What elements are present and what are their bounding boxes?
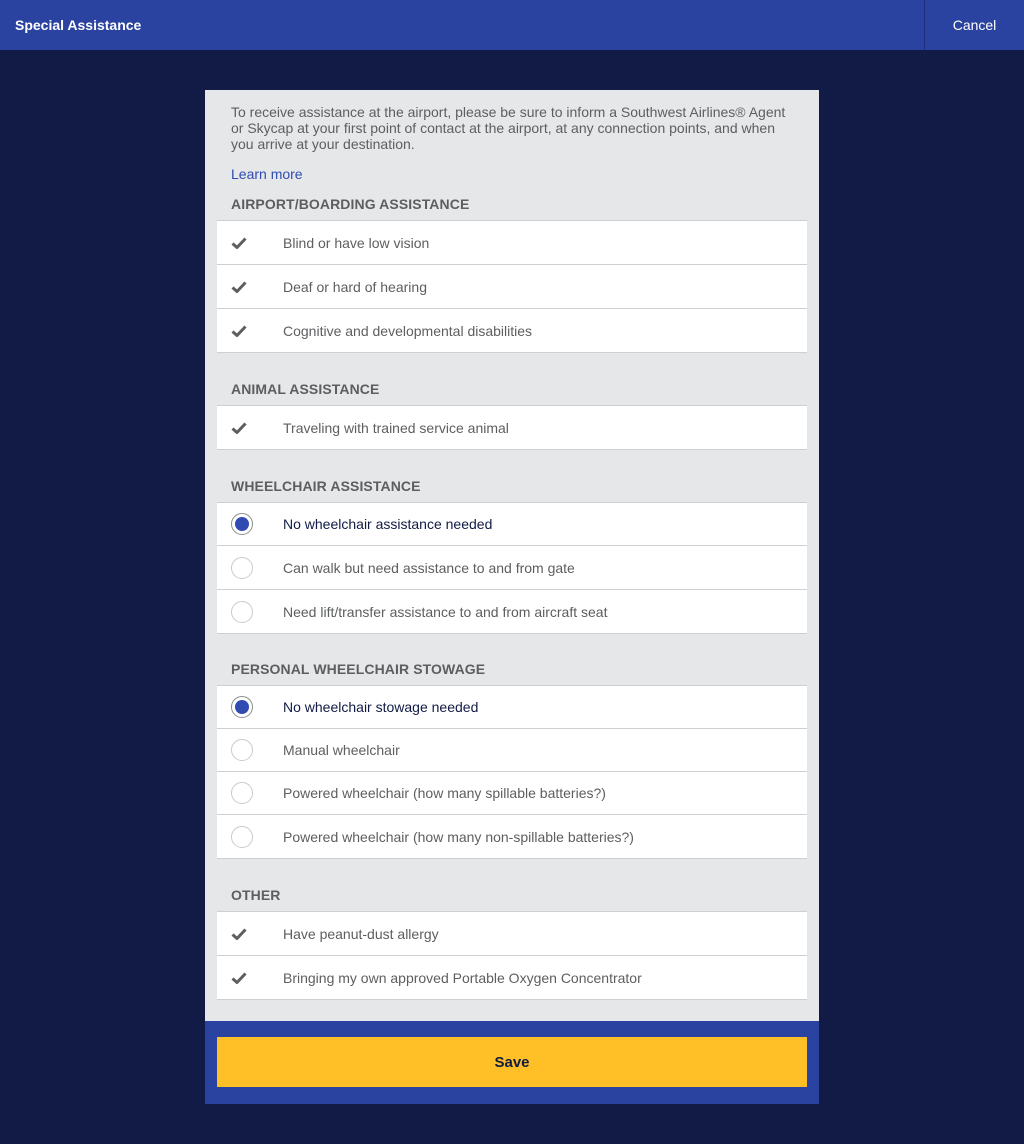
option-label: Traveling with trained service animal: [283, 419, 509, 436]
radio-control: [217, 729, 283, 771]
option-blind-low-vision[interactable]: Blind or have low vision: [217, 221, 807, 265]
radio-powered-non-spillable[interactable]: Powered wheelchair (how many non-spillab…: [217, 815, 807, 859]
footer-bar: Save: [205, 1021, 819, 1104]
radio-selected-icon[interactable]: [231, 696, 253, 718]
radio-no-stowage[interactable]: No wheelchair stowage needed: [217, 686, 807, 729]
radio-control: [217, 772, 283, 814]
option-deaf-hard-of-hearing[interactable]: Deaf or hard of hearing: [217, 265, 807, 309]
option-label: Need lift/transfer assistance to and fro…: [283, 603, 608, 620]
radio-powered-spillable[interactable]: Powered wheelchair (how many spillable b…: [217, 772, 807, 815]
save-button[interactable]: Save: [217, 1037, 807, 1087]
check-icon: [217, 956, 283, 999]
wheelchair-stowage-list: No wheelchair stowage needed Manual whee…: [217, 685, 807, 859]
option-label: Bringing my own approved Portable Oxygen…: [283, 969, 642, 986]
option-label: Powered wheelchair (how many non-spillab…: [283, 828, 634, 845]
option-label: No wheelchair assistance needed: [283, 516, 493, 532]
animal-assistance-list: Traveling with trained service animal: [217, 405, 807, 450]
option-peanut-allergy[interactable]: Have peanut-dust allergy: [217, 912, 807, 956]
section-title-stowage: PERSONAL WHEELCHAIR STOWAGE: [231, 661, 486, 677]
check-icon: [217, 912, 283, 955]
option-label: Deaf or hard of hearing: [283, 278, 427, 295]
radio-control: [217, 503, 283, 545]
radio-empty-icon[interactable]: [231, 782, 253, 804]
option-label: Have peanut-dust allergy: [283, 925, 439, 942]
radio-lift-transfer-assistance[interactable]: Need lift/transfer assistance to and fro…: [217, 590, 807, 634]
option-cognitive-developmental[interactable]: Cognitive and developmental disabilities: [217, 309, 807, 353]
radio-walk-need-gate-assistance[interactable]: Can walk but need assistance to and from…: [217, 546, 807, 590]
intro-text: To receive assistance at the airport, pl…: [231, 104, 786, 152]
option-label: Cognitive and developmental disabilities: [283, 322, 533, 339]
section-title-animal: ANIMAL ASSISTANCE: [231, 381, 380, 397]
check-icon: [217, 406, 283, 449]
cancel-button[interactable]: Cancel: [924, 0, 1024, 50]
other-assistance-list: Have peanut-dust allergy Bringing my own…: [217, 911, 807, 1000]
radio-selected-icon[interactable]: [231, 513, 253, 535]
radio-empty-icon[interactable]: [231, 739, 253, 761]
section-title-other: OTHER: [231, 887, 281, 903]
check-icon: [217, 265, 283, 308]
option-label: No wheelchair stowage needed: [283, 699, 479, 715]
option-oxygen-concentrator[interactable]: Bringing my own approved Portable Oxygen…: [217, 956, 807, 1000]
radio-no-wheelchair-assistance[interactable]: No wheelchair assistance needed: [217, 503, 807, 546]
check-icon: [217, 221, 283, 264]
option-label: Manual wheelchair: [283, 742, 400, 758]
airport-assistance-list: Blind or have low vision Deaf or hard of…: [217, 220, 807, 353]
radio-empty-icon[interactable]: [231, 825, 253, 848]
page-title: Special Assistance: [15, 17, 142, 33]
option-service-animal[interactable]: Traveling with trained service animal: [217, 406, 807, 450]
special-assistance-panel: To receive assistance at the airport, pl…: [205, 90, 819, 1021]
radio-empty-icon[interactable]: [231, 600, 253, 623]
header-bar: Special Assistance Cancel: [0, 0, 1024, 50]
radio-empty-icon[interactable]: [231, 556, 253, 579]
wheelchair-assistance-list: No wheelchair assistance needed Can walk…: [217, 502, 807, 634]
option-label: Can walk but need assistance to and from…: [283, 559, 575, 576]
radio-manual-wheelchair[interactable]: Manual wheelchair: [217, 729, 807, 772]
option-label: Blind or have low vision: [283, 234, 430, 251]
option-label: Powered wheelchair (how many spillable b…: [283, 785, 606, 801]
radio-control: [217, 546, 283, 589]
radio-control: [217, 815, 283, 858]
learn-more-link[interactable]: Learn more: [231, 166, 303, 182]
check-icon: [217, 309, 283, 352]
section-title-wheelchair: WHEELCHAIR ASSISTANCE: [231, 478, 421, 494]
radio-control: [217, 686, 283, 728]
radio-control: [217, 590, 283, 633]
section-title-airport: AIRPORT/BOARDING ASSISTANCE: [231, 196, 470, 212]
